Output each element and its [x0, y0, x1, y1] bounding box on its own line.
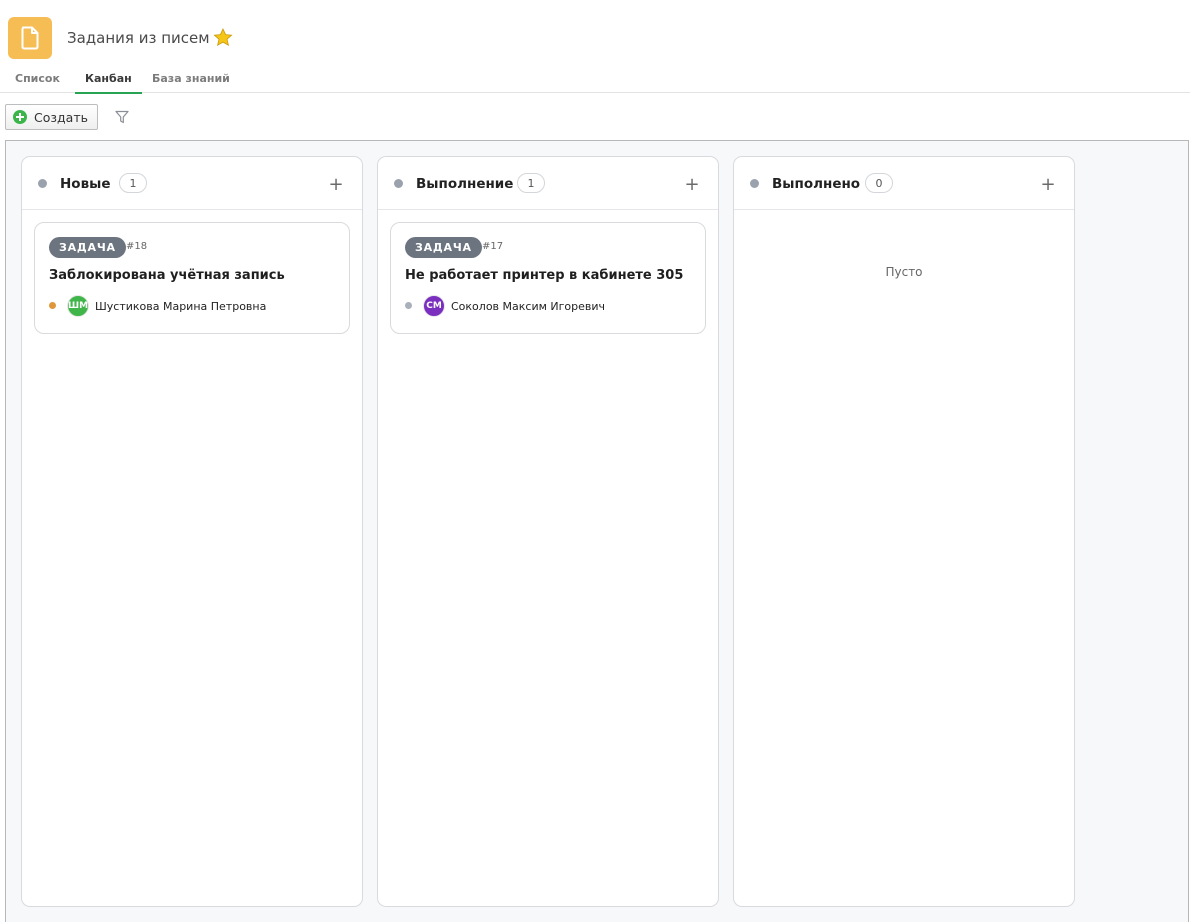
tab-knowledge-base[interactable]: База знаний [152, 72, 230, 92]
tab-list[interactable]: Список [15, 72, 60, 92]
avatar: ШМ [67, 295, 89, 317]
task-title: Заблокирована учётная запись [49, 268, 285, 283]
create-button-label: Создать [34, 109, 88, 125]
kanban-column-done: Выполнено 0 + Пусто [733, 156, 1075, 907]
kanban-board: Новые 1 + ЗАДАЧА #18 Заблокирована учётн… [5, 140, 1189, 922]
column-count-badge: 0 [865, 173, 893, 193]
column-status-dot [38, 179, 47, 188]
document-icon [21, 26, 39, 50]
task-card[interactable]: ЗАДАЧА #17 Не работает принтер в кабинет… [390, 222, 706, 334]
empty-column-text: Пусто [885, 265, 923, 279]
app-icon [8, 17, 52, 59]
assignee-name: Шустикова Марина Петровна [95, 300, 267, 313]
column-add-button[interactable]: + [324, 172, 348, 196]
task-title: Не работает принтер в кабинете 305 [405, 268, 684, 283]
assignee-name: Соколов Максим Игоревич [451, 300, 606, 313]
kanban-column-new: Новые 1 + ЗАДАЧА #18 Заблокирована учётн… [21, 156, 363, 907]
column-header: Выполнение 1 + [378, 157, 718, 210]
page-title: Задания из писем [67, 29, 210, 47]
task-type-badge: ЗАДАЧА [49, 237, 126, 258]
avatar: СМ [423, 295, 445, 317]
create-button[interactable]: Создать [5, 104, 98, 130]
star-icon[interactable] [213, 28, 233, 47]
column-title: Выполнено [772, 176, 861, 192]
task-id: #18 [126, 241, 148, 252]
task-id: #17 [482, 241, 504, 252]
task-card[interactable]: ЗАДАЧА #18 Заблокирована учётная запись … [34, 222, 350, 334]
column-count-badge: 1 [119, 173, 147, 193]
column-status-dot [750, 179, 759, 188]
column-add-button[interactable]: + [680, 172, 704, 196]
column-title: Выполнение [416, 176, 514, 192]
filter-icon[interactable] [115, 110, 129, 124]
plus-circle-icon [13, 110, 27, 124]
column-title: Новые [60, 176, 111, 192]
priority-dot [49, 302, 56, 309]
column-status-dot [394, 179, 403, 188]
column-header: Выполнено 0 + [734, 157, 1074, 210]
column-count-badge: 1 [517, 173, 545, 193]
column-add-button[interactable]: + [1036, 172, 1060, 196]
view-tabs: Список Канбан База знаний [0, 66, 1190, 94]
priority-dot [405, 302, 412, 309]
kanban-column-in-progress: Выполнение 1 + ЗАДАЧА #17 Не работает пр… [377, 156, 719, 907]
task-type-badge: ЗАДАЧА [405, 237, 482, 258]
tab-kanban[interactable]: Канбан [75, 72, 142, 94]
column-header: Новые 1 + [22, 157, 362, 210]
